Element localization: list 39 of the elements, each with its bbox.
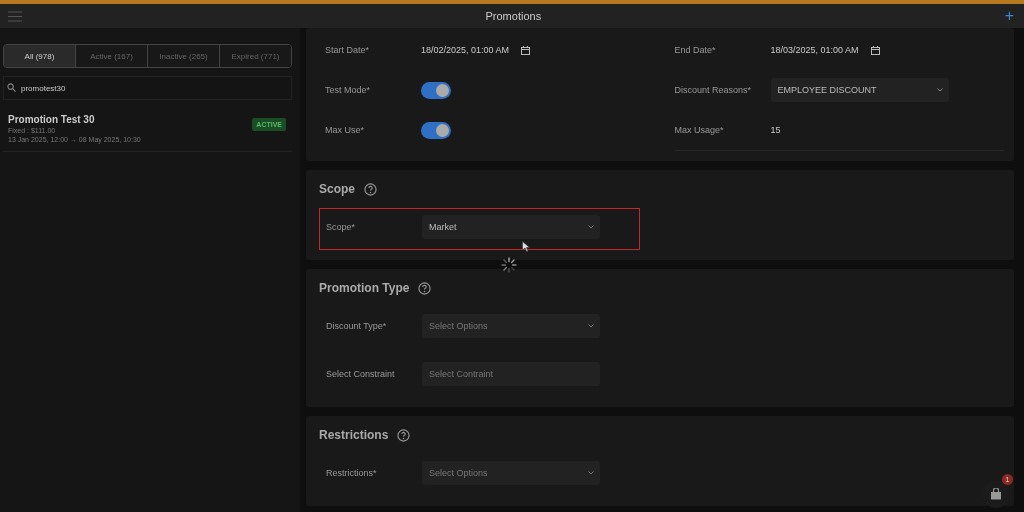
shopping-bag-icon: [990, 488, 1002, 500]
toggle-switch[interactable]: [421, 121, 451, 139]
promotion-name: Promotion Test 30: [8, 114, 96, 125]
cursor-icon: [522, 241, 530, 252]
field-label: Discount Type*: [326, 321, 388, 331]
field-label: Scope*: [326, 222, 357, 232]
select-field[interactable]: Select Options: [422, 314, 600, 338]
select-field[interactable]: Select Options: [422, 461, 600, 485]
field-label: Select Constraint: [326, 369, 396, 379]
filter-tab[interactable]: All (978): [4, 45, 75, 67]
field-label: Restrictions*: [326, 468, 378, 478]
chevron-down-icon: [588, 324, 594, 328]
help-icon[interactable]: [397, 428, 411, 442]
help-icon[interactable]: [364, 182, 377, 196]
field-label: Max Use*: [325, 125, 365, 135]
field-label: Max Usage*: [674, 125, 725, 135]
add-button[interactable]: +: [1004, 8, 1014, 24]
section-title: Restrictions: [319, 428, 389, 442]
select-field[interactable]: EMPLOYEE DISCOUNT: [770, 78, 949, 102]
date-field[interactable]: 18/02/2025, 01:00 AM: [421, 45, 510, 55]
search-field[interactable]: promotest30: [3, 76, 292, 100]
chevron-down-icon: [588, 225, 594, 229]
date-field[interactable]: 18/03/2025, 01:00 AM: [770, 45, 859, 55]
help-icon[interactable]: [418, 281, 432, 295]
section-title: Promotion Type: [319, 281, 410, 295]
section-title: Scope: [319, 182, 355, 196]
field-value: 15: [770, 125, 781, 135]
field-label: Discount Reasons*: [674, 85, 753, 95]
toggle-switch[interactable]: [421, 81, 451, 99]
field-label: Test Mode*: [325, 85, 372, 95]
chevron-down-icon: [936, 88, 943, 92]
field-label: Start Date*: [325, 45, 371, 55]
calendar-icon[interactable]: [521, 45, 531, 55]
select-field[interactable]: Market: [422, 215, 600, 239]
calendar-icon[interactable]: [870, 45, 880, 55]
chevron-down-icon: [588, 471, 594, 475]
field-label: End Date*: [674, 45, 717, 55]
input-field[interactable]: Select Contraint: [422, 362, 600, 386]
page-title: Promotions: [485, 10, 542, 22]
